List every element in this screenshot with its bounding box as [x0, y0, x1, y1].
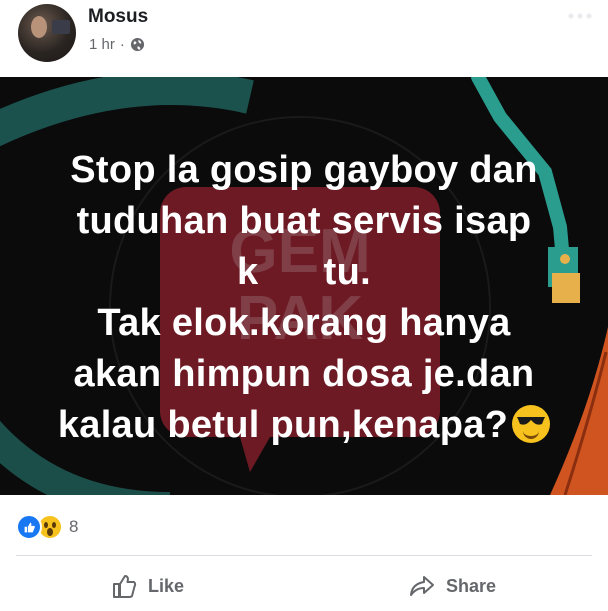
text-line: Tak elok.korang hanya	[97, 302, 511, 344]
sunglasses-emoji-icon	[512, 405, 551, 443]
avatar-background	[52, 20, 70, 34]
text-line: tuduhan buat servis isap	[76, 200, 532, 242]
post-time[interactable]: 1 hr	[89, 36, 115, 53]
like-button[interactable]: Like	[110, 566, 184, 606]
share-button-label: Share	[446, 575, 497, 596]
author-name[interactable]: Mosus	[88, 6, 148, 28]
reactions-summary[interactable]: 8	[16, 514, 78, 540]
share-arrow-icon	[410, 576, 434, 596]
text-line: akan himpun dosa je.dan	[73, 353, 535, 395]
globe-icon	[130, 37, 144, 52]
post-header: Mosus 1 hr ·	[0, 0, 608, 76]
author-avatar[interactable]	[18, 4, 76, 62]
text-line: kalau betul pun,kenapa?	[57, 404, 509, 446]
share-button[interactable]: Share	[408, 566, 496, 606]
like-reaction-icon	[16, 514, 42, 540]
like-button-label: Like	[148, 575, 185, 596]
thumbs-up-icon	[113, 575, 137, 598]
text-line: Stop la gosip gayboy dan	[70, 149, 538, 191]
avatar-face	[31, 16, 47, 38]
more-options-icon[interactable]	[562, 6, 598, 26]
reaction-count[interactable]: 8	[69, 517, 78, 537]
meta-separator: ·	[119, 36, 125, 53]
text-line: k tu.	[237, 251, 371, 293]
post-image-text: Stop la gosip gayboy dan tuduhan buat se…	[0, 145, 608, 451]
post-meta: 1 hr ·	[89, 36, 145, 53]
actions-divider	[16, 555, 592, 556]
post-image[interactable]: GEM PAK Stop la gosip gayboy dan tuduhan…	[0, 77, 608, 495]
text-line-last: kalau betul pun,kenapa?	[0, 400, 608, 451]
